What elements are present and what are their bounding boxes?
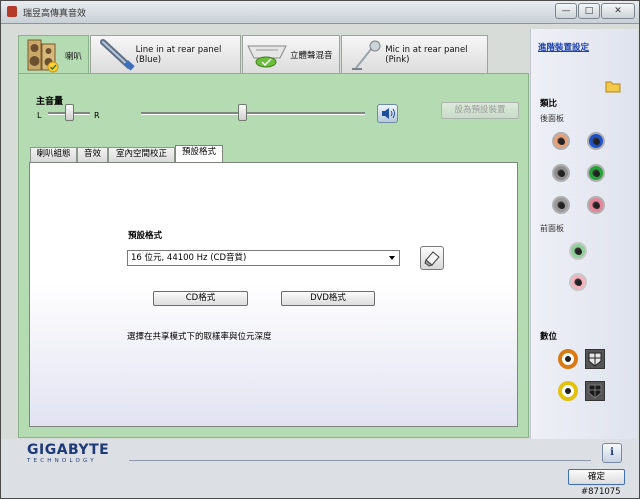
rear-panel-label: 後面板 xyxy=(540,114,564,123)
analog-label: 類比 xyxy=(540,99,558,109)
digital-label: 數位 xyxy=(540,332,558,342)
main-volume-label: 主音量 xyxy=(36,97,64,107)
format-description: 選擇在共享模式下的取樣率與位元深度 xyxy=(127,332,272,342)
speaker-volume-icon xyxy=(382,108,395,119)
coaxial-digital-out-icon[interactable] xyxy=(558,349,578,369)
tab-sound-effects[interactable]: 音效 xyxy=(77,147,108,162)
window-controls: — □ ✕ xyxy=(555,3,635,19)
default-format-panel xyxy=(29,162,518,427)
front-jack-pink[interactable] xyxy=(569,273,587,291)
maximize-button[interactable]: □ xyxy=(578,3,600,19)
front-panel-label: 前面板 xyxy=(540,224,564,233)
info-button[interactable]: i xyxy=(602,443,622,463)
rear-jack-orange[interactable] xyxy=(552,132,570,150)
watermark-text: #871075 xyxy=(581,487,621,497)
balance-left-label: L xyxy=(37,111,42,120)
folder-icon[interactable] xyxy=(605,79,621,93)
optical-port-icon-2 xyxy=(588,384,602,399)
stereo-mix-icon xyxy=(247,45,287,68)
gigabyte-logo-subtitle: TECHNOLOGY xyxy=(27,458,97,464)
tab-line-in[interactable]: Line in at rear panel (Blue) xyxy=(90,35,241,74)
balance-right-label: R xyxy=(94,111,100,120)
eraser-icon xyxy=(424,251,440,267)
cd-format-button[interactable]: CD格式 xyxy=(153,291,248,306)
speaker-device-icon xyxy=(27,39,59,72)
rear-jack-gray[interactable] xyxy=(552,164,570,182)
rear-jack-pink[interactable] xyxy=(587,196,605,214)
footer-divider xyxy=(129,460,591,461)
mute-speaker-button[interactable] xyxy=(377,104,398,123)
tab-stereo-mix-label: 立體聲混音 xyxy=(290,51,333,61)
tab-speaker[interactable]: 喇叭 xyxy=(18,35,89,75)
volume-slider-track xyxy=(141,112,365,115)
rear-jack-green[interactable] xyxy=(587,164,605,182)
minimize-button[interactable]: — xyxy=(555,3,577,19)
dvd-format-button[interactable]: DVD格式 xyxy=(281,291,375,306)
volume-slider-thumb[interactable] xyxy=(237,104,247,121)
chevron-down-icon xyxy=(389,256,395,260)
format-dropdown-value: 16 位元, 44100 Hz (CD音質) xyxy=(131,253,247,263)
tab-default-format[interactable]: 預設格式 xyxy=(175,145,223,163)
app-window: 瑞昱高傳真音效 — □ ✕ 喇叭 Line in at rear panel (… xyxy=(0,0,640,499)
default-format-label: 預設格式 xyxy=(128,231,163,241)
window-title: 瑞昱高傳真音效 xyxy=(23,9,87,19)
coaxial-digital-in-icon[interactable] xyxy=(558,381,578,401)
tab-speaker-label: 喇叭 xyxy=(65,51,83,62)
set-default-device-button[interactable]: 設為預設裝置 xyxy=(441,102,519,119)
ok-button[interactable]: 確定 xyxy=(568,469,625,485)
front-jack-green[interactable] xyxy=(569,242,587,260)
tab-mic-in-label: Mic in at rear panel (Pink) xyxy=(385,45,468,65)
tab-stereo-mix[interactable]: 立體聲混音 xyxy=(242,35,340,74)
advanced-device-settings-link[interactable]: 進階裝置設定 xyxy=(538,41,589,53)
title-bar: 瑞昱高傳真音效 — □ ✕ xyxy=(1,1,639,24)
gigabyte-logo: GIGABYTE xyxy=(27,442,110,458)
rear-jack-gray-2[interactable] xyxy=(552,196,570,214)
tab-line-in-label: Line in at rear panel (Blue) xyxy=(135,45,222,65)
tab-speaker-config[interactable]: 喇叭組態 xyxy=(30,147,77,162)
optical-digital-in-icon[interactable] xyxy=(585,381,605,401)
rear-jack-blue[interactable] xyxy=(587,132,605,150)
app-icon xyxy=(7,6,17,17)
optical-digital-out-icon[interactable] xyxy=(585,349,605,369)
line-in-cable-icon xyxy=(100,39,135,71)
close-button[interactable]: ✕ xyxy=(601,3,635,19)
format-dropdown[interactable]: 16 位元, 44100 Hz (CD音質) xyxy=(127,250,400,266)
balance-slider-thumb[interactable] xyxy=(65,104,74,121)
optical-port-icon xyxy=(588,352,602,367)
jack-panel xyxy=(530,29,638,439)
reset-format-button[interactable] xyxy=(420,246,444,270)
tab-room-correction[interactable]: 室內空間校正 xyxy=(108,147,175,162)
tab-mic-in[interactable]: Mic in at rear panel (Pink) xyxy=(341,35,488,74)
microphone-icon xyxy=(352,40,381,70)
